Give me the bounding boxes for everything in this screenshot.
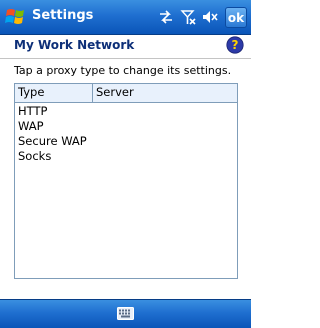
list-header: Type Server [15,84,237,103]
column-header-type[interactable]: Type [15,84,93,102]
list-item-socks[interactable]: Socks [18,149,51,164]
volume-muted-icon[interactable] [202,9,218,25]
menu-bar [0,299,251,328]
page-header: My Work Network ? [0,35,251,59]
window-title: Settings [32,8,94,23]
column-header-server[interactable]: Server [93,84,237,102]
keyboard-icon[interactable] [117,307,134,320]
signal-off-icon[interactable] [180,9,196,25]
title-bar: Settings ok [0,0,251,35]
list-item-secure-wap[interactable]: Secure WAP [18,134,87,149]
content-bottom-space [0,279,251,297]
svg-text:?: ? [232,38,239,52]
page-title: My Work Network [14,38,135,52]
start-menu-icon[interactable] [5,7,27,27]
list-item-http[interactable]: HTTP [18,104,47,119]
list-item-wap[interactable]: WAP [18,119,44,134]
connectivity-icon[interactable] [158,9,174,25]
ok-button[interactable]: ok [225,7,247,28]
help-icon[interactable]: ? [226,36,244,54]
proxy-list[interactable]: Type Server HTTP WAP Secure WAP Socks [14,83,238,279]
instructions-text: Tap a proxy type to change its settings. [14,64,232,77]
